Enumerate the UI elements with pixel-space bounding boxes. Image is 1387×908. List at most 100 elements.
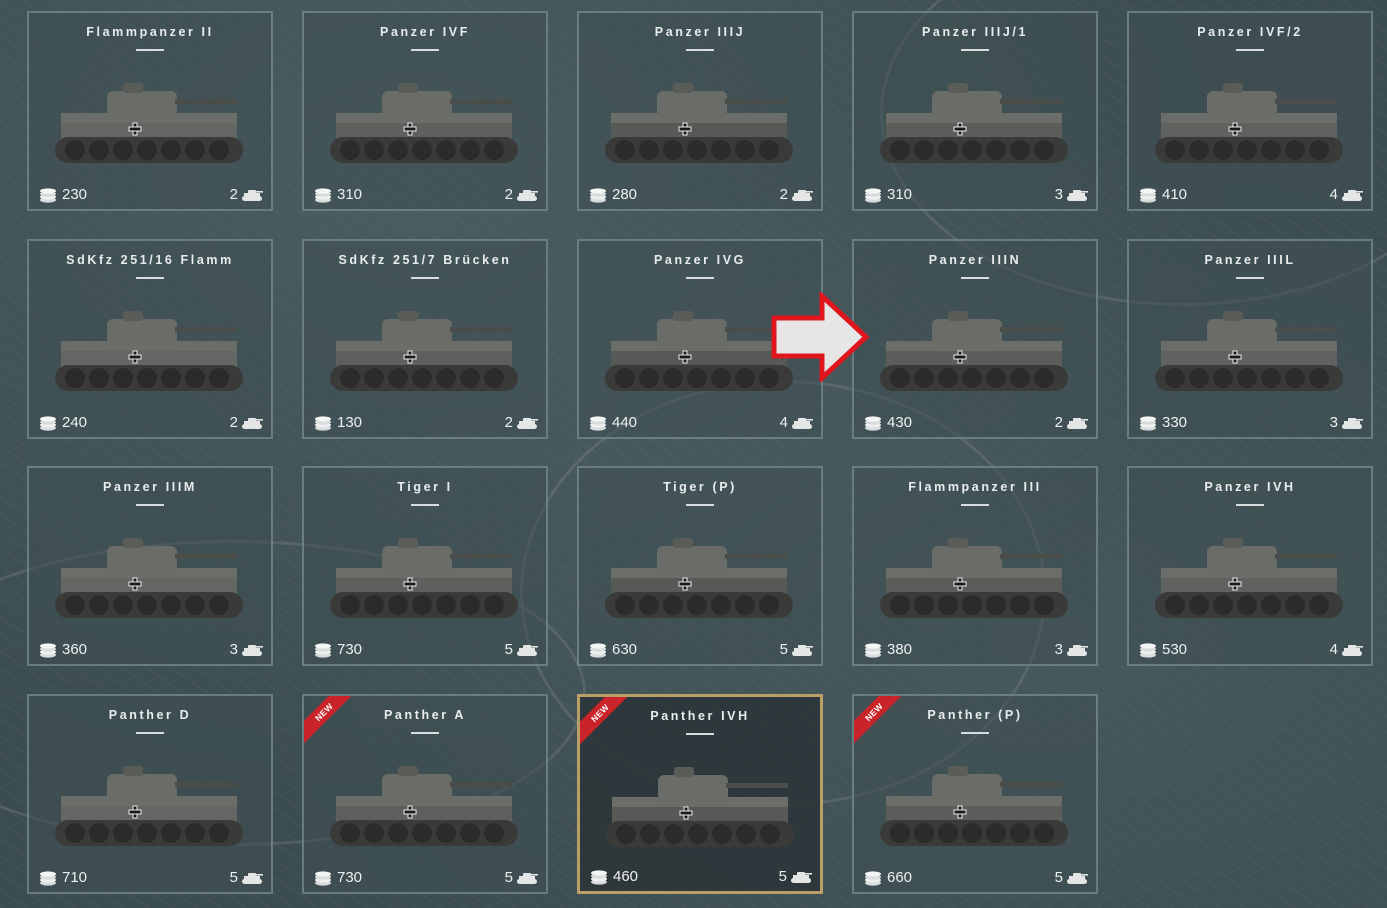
vehicle-name: Panzer IIIM [103, 480, 197, 494]
vehicle-name: Panzer IVF [380, 25, 470, 39]
vehicle-card[interactable]: Flammpanzer II 230 2 [27, 11, 273, 211]
vehicle-tier: 2 [230, 414, 263, 431]
vehicle-cost: 430 [863, 414, 912, 431]
tank-tier-icon [791, 188, 813, 202]
vehicle-tier: 3 [1330, 414, 1363, 431]
cost-value: 710 [62, 869, 88, 886]
tank-image [330, 538, 518, 618]
vehicle-name: Flammpanzer II [86, 25, 214, 39]
title-divider [411, 504, 439, 506]
vehicle-tier: 3 [1055, 186, 1088, 203]
vehicle-cost: 330 [1138, 414, 1187, 431]
vehicle-tier: 5 [230, 869, 263, 886]
tier-value: 2 [229, 186, 238, 203]
vehicle-cost: 660 [863, 869, 912, 886]
title-divider [136, 277, 164, 279]
cost-value: 730 [337, 641, 363, 658]
vehicle-cost: 280 [588, 186, 637, 203]
vehicle-card[interactable]: Panther IVH 460 5 NEW [577, 694, 823, 894]
vehicle-card[interactable]: Tiger (P) 630 5 [577, 466, 823, 666]
vehicle-name: Panzer IIIN [928, 253, 1022, 267]
vehicle-name: Panzer IIIL [1204, 253, 1296, 267]
vehicle-card[interactable]: Flammpanzer III 380 3 [852, 466, 1098, 666]
title-divider [136, 49, 164, 51]
title-divider [1236, 49, 1264, 51]
tier-value: 5 [1054, 869, 1063, 886]
tank-image [330, 311, 518, 391]
cost-value: 330 [1162, 414, 1188, 431]
vehicle-card[interactable]: Panzer IVH 530 4 [1127, 466, 1373, 666]
coin-stack-icon [1138, 642, 1158, 658]
vehicle-card[interactable]: SdKfz 251/16 Flamm 240 2 [27, 239, 273, 439]
vehicle-card[interactable]: Panzer IVF 310 2 [302, 11, 548, 211]
tank-tier-icon [1066, 871, 1088, 885]
coin-stack-icon [313, 642, 333, 658]
tank-tier-icon [791, 643, 813, 657]
vehicle-card[interactable]: SdKfz 251/7 Brücken 130 2 [302, 239, 548, 439]
vehicle-cost: 730 [313, 869, 362, 886]
coin-stack-icon [863, 870, 883, 886]
vehicle-tier: 3 [1055, 641, 1088, 658]
tank-tier-icon [516, 416, 538, 430]
title-divider [961, 504, 989, 506]
vehicle-card[interactable]: Panther A 730 5 NEW [302, 694, 548, 894]
tank-tier-icon [1341, 188, 1363, 202]
vehicle-card[interactable]: Panzer IIIJ 280 2 [577, 11, 823, 211]
tank-tier-icon [790, 870, 812, 884]
tier-value: 3 [1054, 641, 1063, 658]
vehicle-tier: 2 [505, 186, 538, 203]
vehicle-tier: 2 [505, 414, 538, 431]
vehicle-card[interactable]: Panzer IIIM 360 3 [27, 466, 273, 666]
vehicle-card[interactable]: Panzer IIIL 330 3 [1127, 239, 1373, 439]
vehicle-card[interactable]: Tiger I 730 5 [302, 466, 548, 666]
tank-tier-icon [1066, 188, 1088, 202]
title-divider [686, 277, 714, 279]
tank-tier-icon [241, 188, 263, 202]
vehicle-cost: 130 [313, 414, 362, 431]
vehicle-name: Panzer IVF/2 [1197, 25, 1303, 39]
tank-tier-icon [1341, 643, 1363, 657]
vehicle-tier: 5 [505, 641, 538, 658]
tier-value: 4 [1329, 186, 1338, 203]
vehicle-card[interactable]: Panzer IVG 440 4 [577, 239, 823, 439]
vehicle-cost: 410 [1138, 186, 1187, 203]
tank-image [55, 538, 243, 618]
tier-value: 4 [779, 414, 788, 431]
tier-value: 2 [504, 186, 513, 203]
cost-value: 530 [1162, 641, 1188, 658]
vehicle-card[interactable]: Panzer IIIN 430 2 [852, 239, 1098, 439]
tank-tier-icon [1066, 643, 1088, 657]
vehicle-card[interactable]: Panzer IIIJ/1 310 3 [852, 11, 1098, 211]
vehicle-name: Panzer IVG [654, 253, 746, 267]
coin-stack-icon [589, 869, 609, 885]
vehicle-cost: 310 [863, 186, 912, 203]
cost-value: 280 [612, 186, 638, 203]
cost-value: 730 [337, 869, 363, 886]
tank-image [880, 83, 1068, 163]
vehicle-cost: 310 [313, 186, 362, 203]
vehicle-name: Panzer IVH [1204, 480, 1296, 494]
tank-tier-icon [1341, 416, 1363, 430]
tank-image [55, 83, 243, 163]
tier-value: 3 [229, 641, 238, 658]
vehicle-card[interactable]: Panzer IVF/2 410 4 [1127, 11, 1373, 211]
tank-image [330, 83, 518, 163]
vehicle-card[interactable]: Panther (P) 660 5 NEW [852, 694, 1098, 894]
tank-image [606, 767, 794, 847]
vehicle-tier: 2 [1055, 414, 1088, 431]
tank-tier-icon [516, 871, 538, 885]
vehicle-card[interactable]: Panther D 710 5 [27, 694, 273, 894]
vehicle-name: Panzer IIIJ [654, 25, 746, 39]
title-divider [961, 49, 989, 51]
tier-value: 5 [779, 641, 788, 658]
vehicle-name: Tiger I [397, 480, 453, 494]
vehicle-cost: 730 [313, 641, 362, 658]
cost-value: 310 [337, 186, 363, 203]
tank-image [880, 766, 1068, 846]
coin-stack-icon [1138, 187, 1158, 203]
coin-stack-icon [588, 642, 608, 658]
cost-value: 360 [62, 641, 88, 658]
coin-stack-icon [38, 642, 58, 658]
vehicle-tier: 5 [780, 641, 813, 658]
coin-stack-icon [588, 187, 608, 203]
